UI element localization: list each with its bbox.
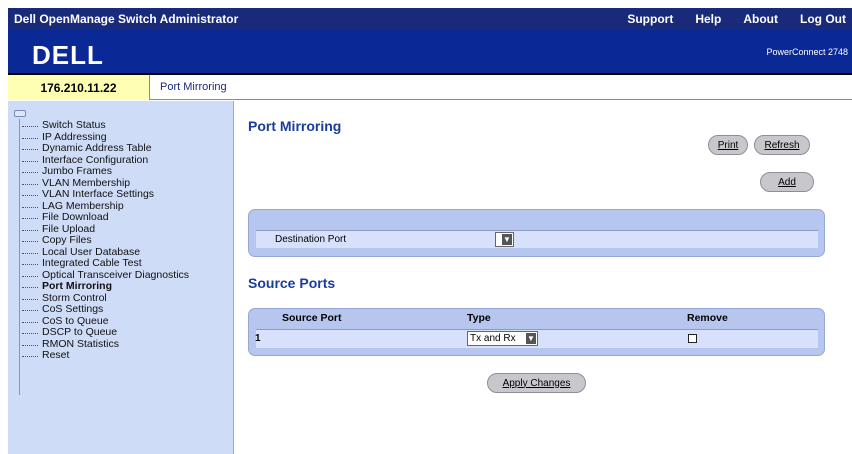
apply-changes-button[interactable]: Apply Changes: [487, 373, 586, 393]
remove-checkbox[interactable]: [688, 334, 697, 343]
sidebar-item-reset[interactable]: Reset: [20, 349, 189, 362]
tree-root-icon[interactable]: [14, 110, 26, 117]
logout-link[interactable]: Log Out: [800, 12, 846, 26]
sidebar-item-file-download[interactable]: File Download: [20, 211, 189, 224]
sidebar-item-port-mirroring[interactable]: Port Mirroring: [20, 280, 189, 293]
model-name: PowerConnect 2748: [766, 47, 848, 57]
top-links: Support Help About Log Out: [627, 12, 852, 26]
breadcrumb: Port Mirroring: [160, 81, 227, 93]
sidebar-item-dynamic-address-table[interactable]: Dynamic Address Table: [20, 142, 189, 155]
source-ports-panel: Source Port Type Remove 1 Tx and Rx ▼: [248, 308, 825, 356]
sidebar-item-integrated-cable-test[interactable]: Integrated Cable Test: [20, 257, 189, 270]
about-link[interactable]: About: [743, 12, 778, 26]
destination-row: Destination Port ▼: [256, 230, 818, 248]
source-port-input[interactable]: [281, 331, 466, 347]
refresh-button[interactable]: Refresh: [754, 135, 810, 155]
source-port-header: Source Port: [282, 312, 342, 324]
remove-header: Remove: [687, 312, 728, 324]
banner: DELL PowerConnect 2748: [8, 30, 852, 75]
chevron-down-icon: ▼: [502, 234, 512, 245]
destination-port-label: Destination Port: [275, 234, 347, 245]
sidebar-item-switch-status[interactable]: Switch Status: [20, 119, 189, 132]
support-link[interactable]: Support: [627, 12, 673, 26]
sidebar-item-cos-settings[interactable]: CoS Settings: [20, 303, 189, 316]
destination-port-select[interactable]: ▼: [495, 232, 514, 247]
source-ports-title: Source Ports: [248, 275, 336, 291]
ip-address: 176.210.11.22: [8, 75, 150, 100]
print-button[interactable]: Print: [708, 135, 748, 155]
type-select-value: Tx and Rx: [470, 333, 516, 344]
sidebar-item-vlan-interface-settings[interactable]: VLAN Interface Settings: [20, 188, 189, 201]
table-row: 1 Tx and Rx ▼: [255, 329, 818, 348]
add-button[interactable]: Add: [760, 172, 814, 192]
dell-logo: DELL: [32, 40, 104, 70]
sidebar-item-dscp-to-queue[interactable]: DSCP to Queue: [20, 326, 189, 339]
main-content: Port Mirroring Print Refresh Add Destina…: [234, 101, 852, 454]
chevron-down-icon: ▼: [526, 333, 536, 344]
top-bar: Dell OpenManage Switch Administrator Sup…: [8, 8, 852, 30]
help-link[interactable]: Help: [695, 12, 721, 26]
info-row: 176.210.11.22 Port Mirroring: [8, 75, 852, 100]
sidebar: Switch Status IP Addressing Dynamic Addres…: [8, 101, 234, 454]
page-title: Port Mirroring: [248, 118, 342, 134]
destination-panel: Destination Port ▼: [248, 209, 825, 257]
sidebar-nav: Switch Status IP Addressing Dynamic Addres…: [20, 119, 189, 362]
type-select[interactable]: Tx and Rx ▼: [467, 331, 538, 346]
row-index: 1: [255, 333, 261, 344]
sidebar-item-copy-files[interactable]: Copy Files: [20, 234, 189, 247]
app-title: Dell OpenManage Switch Administrator: [14, 12, 239, 26]
sidebar-item-jumbo-frames[interactable]: Jumbo Frames: [20, 165, 189, 178]
type-header: Type: [467, 312, 491, 324]
